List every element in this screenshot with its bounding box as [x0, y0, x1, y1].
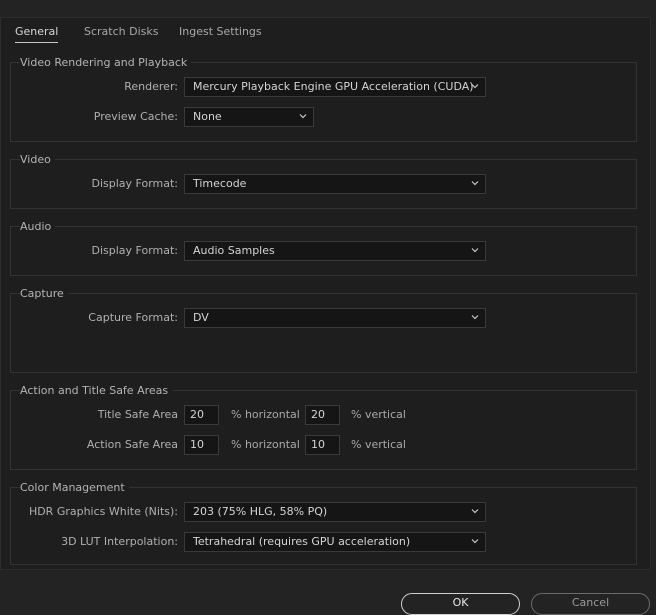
video-display-format-dropdown[interactable]: Timecode [184, 174, 486, 194]
color-management-title: Color Management [20, 481, 129, 494]
renderer-label: Renderer: [124, 80, 178, 93]
safe-areas-group [10, 390, 637, 470]
capture-title: Capture [20, 287, 68, 300]
chevron-down-icon [471, 84, 479, 89]
chevron-down-icon [471, 181, 479, 186]
video-rendering-title: Video Rendering and Playback [20, 56, 192, 69]
preview-cache-value: None [193, 110, 222, 123]
tab-scratch-disks[interactable]: Scratch Disks [84, 25, 158, 38]
ok-button[interactable]: OK [401, 593, 520, 615]
video-display-format-label: Display Format: [91, 177, 178, 190]
renderer-dropdown[interactable]: Mercury Playback Engine GPU Acceleration… [184, 77, 486, 97]
capture-group [10, 293, 637, 373]
chevron-down-icon [471, 509, 479, 514]
audio-display-format-dropdown[interactable]: Audio Samples [184, 241, 486, 261]
video-display-format-value: Timecode [193, 177, 247, 190]
video-rendering-group [10, 62, 637, 142]
preview-cache-label: Preview Cache: [93, 110, 178, 123]
video-title: Video [20, 153, 55, 166]
color-management-group [10, 487, 637, 565]
action-safe-vertical-unit: % vertical [351, 438, 406, 451]
hdr-graphics-white-value: 203 (75% HLG, 58% PQ) [193, 505, 328, 518]
chevron-down-icon [471, 315, 479, 320]
action-safe-horizontal-unit: % horizontal [231, 438, 300, 451]
lut-interpolation-dropdown[interactable]: Tetrahedral (requires GPU acceleration) [184, 532, 486, 552]
hdr-graphics-white-label: HDR Graphics White (Nits): [28, 505, 178, 518]
audio-title: Audio [20, 220, 56, 233]
capture-format-dropdown[interactable]: DV [184, 308, 486, 328]
title-safe-horizontal-input[interactable]: 20 [184, 405, 219, 425]
title-safe-vertical-unit: % vertical [351, 408, 406, 421]
title-safe-label: Title Safe Area [97, 408, 178, 421]
capture-format-value: DV [193, 311, 209, 324]
chevron-down-icon [471, 539, 479, 544]
cancel-button[interactable]: Cancel [531, 593, 650, 615]
renderer-value: Mercury Playback Engine GPU Acceleration… [193, 80, 474, 93]
audio-display-format-value: Audio Samples [193, 244, 275, 257]
preview-cache-dropdown[interactable]: None [184, 107, 314, 127]
safe-areas-title: Action and Title Safe Areas [20, 384, 173, 397]
tab-general[interactable]: General [15, 25, 59, 43]
tab-ingest-settings[interactable]: Ingest Settings [179, 25, 262, 38]
action-safe-vertical-input[interactable]: 10 [305, 435, 340, 455]
audio-display-format-label: Display Format: [91, 244, 178, 257]
hdr-graphics-white-dropdown[interactable]: 203 (75% HLG, 58% PQ) [184, 502, 486, 522]
chevron-down-icon [471, 248, 479, 253]
capture-format-label: Capture Format: [88, 311, 178, 324]
title-safe-horizontal-unit: % horizontal [231, 408, 300, 421]
action-safe-label: Action Safe Area [86, 438, 178, 451]
lut-interpolation-value: Tetrahedral (requires GPU acceleration) [193, 535, 411, 548]
chevron-down-icon [299, 114, 307, 119]
title-safe-vertical-input[interactable]: 20 [305, 405, 340, 425]
action-safe-horizontal-input[interactable]: 10 [184, 435, 219, 455]
lut-interpolation-label: 3D LUT Interpolation: [61, 535, 178, 548]
